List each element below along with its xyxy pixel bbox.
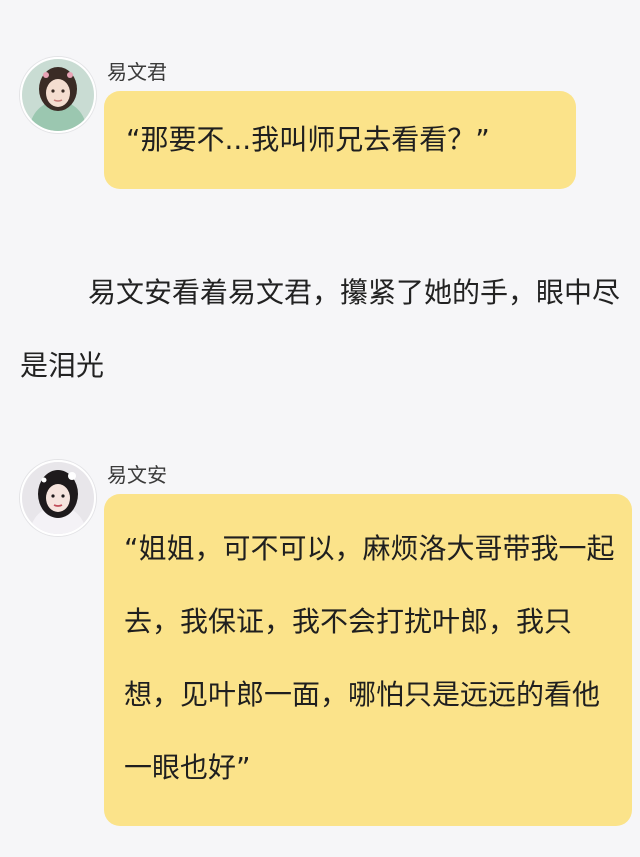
- sender-name: 易文君: [107, 60, 167, 84]
- girl-portrait-icon: [22, 462, 94, 534]
- narration-text: 易文安看着易文君，攥紧了她的手，眼中尽是泪光: [20, 276, 621, 382]
- chat-bubble[interactable]: “那要不...我叫师兄去看看？”: [104, 91, 576, 189]
- sender-name: 易文安: [107, 463, 167, 487]
- chat-bubble[interactable]: “姐姐，可不可以，麻烦洛大哥带我一起去，我保证，我不会打扰叶郎，我只想，见叶郎一…: [104, 494, 632, 826]
- sender-avatar-yi-wenjun[interactable]: [20, 57, 96, 133]
- sender-avatar-yi-wenan[interactable]: [20, 460, 96, 536]
- girl-portrait-icon: [22, 59, 94, 131]
